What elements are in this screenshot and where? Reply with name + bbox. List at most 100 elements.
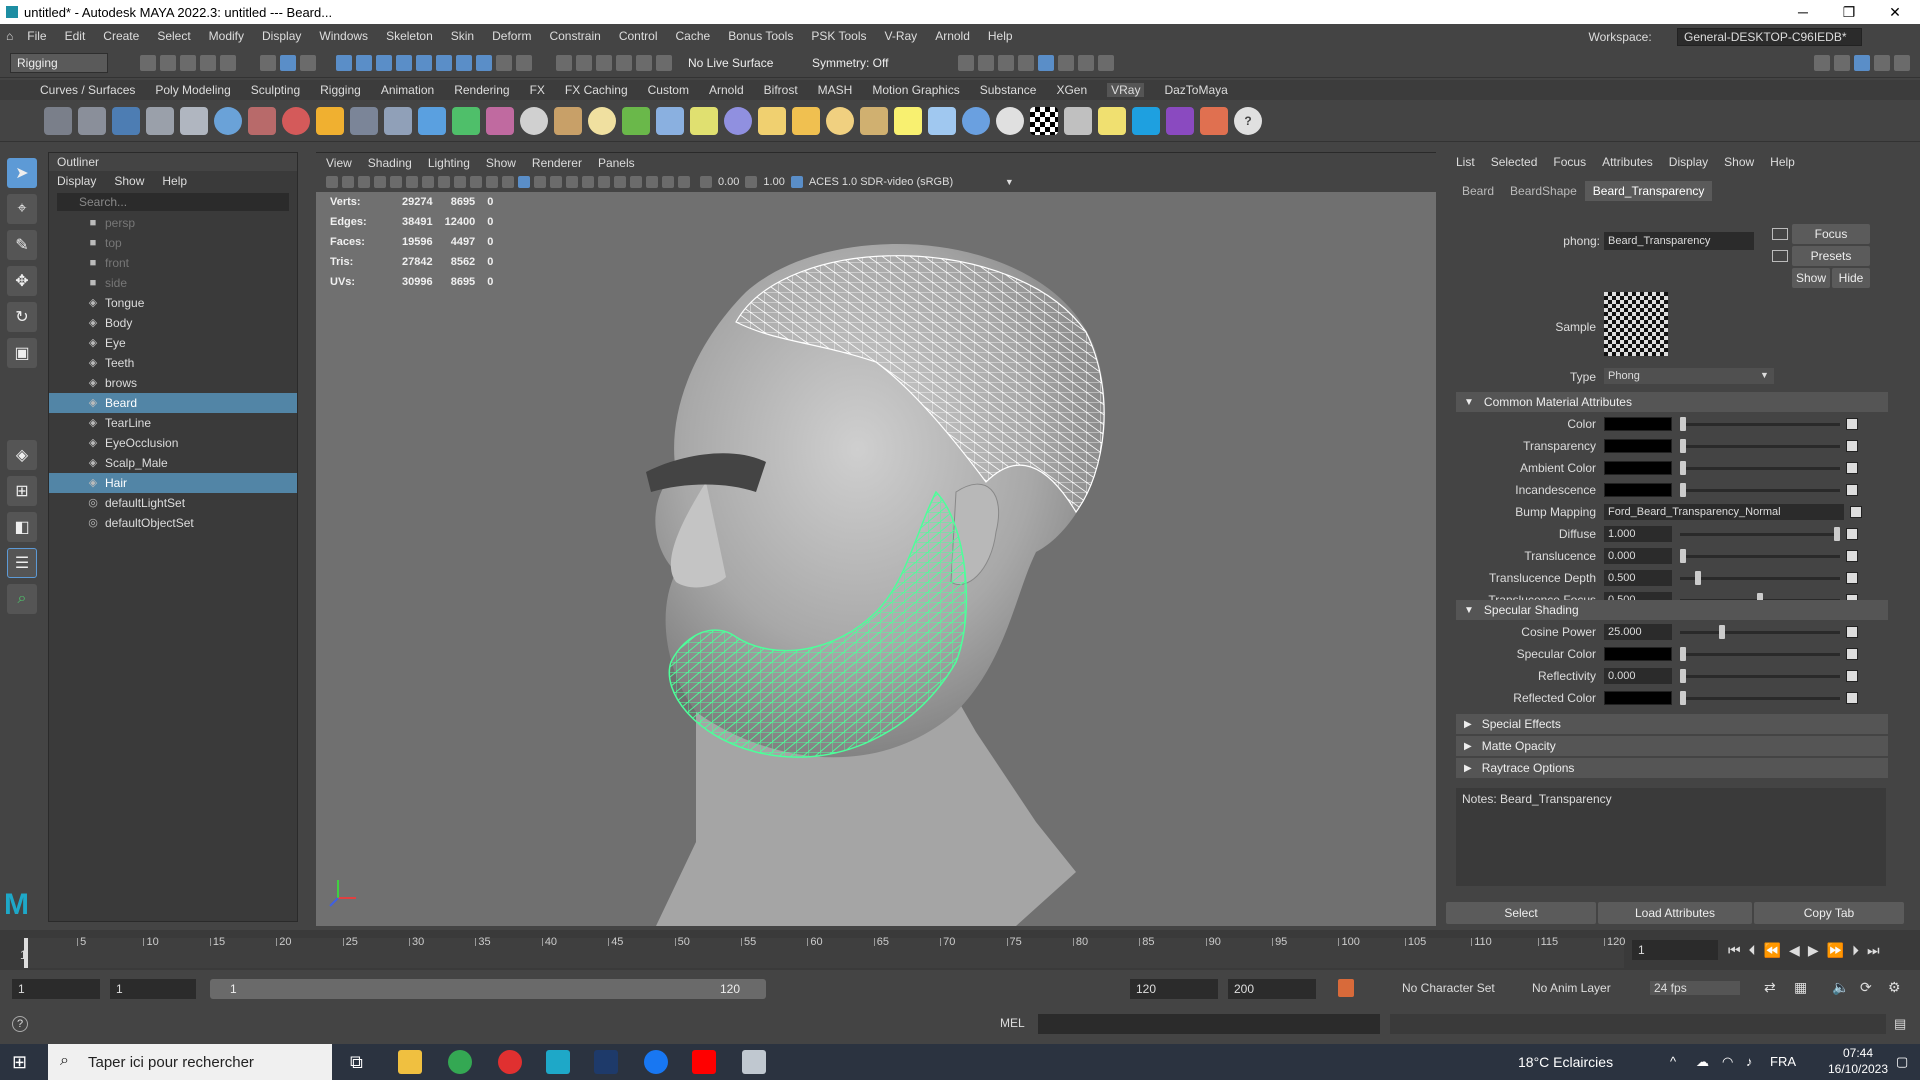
restore-button[interactable]: ❐ xyxy=(1826,0,1872,24)
pause-icon[interactable] xyxy=(1098,54,1114,71)
step-forward-key-icon[interactable]: ⏵ xyxy=(1852,942,1859,959)
menu-control[interactable]: Control xyxy=(619,29,658,43)
outliner-item-defaultobjectset[interactable]: ◎ defaultObjectSet xyxy=(49,513,297,533)
select-component-icon[interactable] xyxy=(300,54,316,71)
map-button-icon[interactable] xyxy=(1846,648,1858,660)
type-dropdown[interactable]: Phong xyxy=(1604,368,1774,384)
time-ruler[interactable]: 1510152025303540455055606570758085909510… xyxy=(20,936,1625,968)
workspace-dropdown[interactable]: General-DESKTOP-C96IEDB* xyxy=(1677,28,1862,46)
outliner-menu-help[interactable]: Help xyxy=(162,171,187,191)
attr-slider[interactable] xyxy=(1680,571,1840,585)
outliner-item-eyeocclusion[interactable]: ◈ EyeOcclusion xyxy=(49,433,297,453)
menu-set-dropdown[interactable]: Rigging xyxy=(10,52,108,73)
maya-taskbar-icon[interactable] xyxy=(546,1050,570,1074)
map-button-icon[interactable] xyxy=(1846,572,1858,584)
attr-value-field[interactable]: 25.000 xyxy=(1604,624,1672,640)
attr-slider[interactable] xyxy=(1680,669,1840,683)
section-specular-shading[interactable]: ▼ Specular Shading xyxy=(1456,600,1888,620)
workspace-selector[interactable]: Workspace: General-DESKTOP-C96IEDB* xyxy=(1589,28,1880,46)
tray-chevron-icon[interactable]: ^ xyxy=(1670,1054,1676,1069)
viewport-menu-shading[interactable]: Shading xyxy=(368,156,412,170)
menu-constrain[interactable]: Constrain xyxy=(549,29,600,43)
vray-plane-icon[interactable] xyxy=(928,106,956,135)
safe-action-icon[interactable] xyxy=(470,176,482,188)
shelf-tab[interactable]: MASH xyxy=(818,83,853,97)
attr-value-field[interactable]: 0.000 xyxy=(1604,548,1672,564)
history-icon[interactable] xyxy=(556,54,572,71)
vray-settings-icon[interactable] xyxy=(44,106,72,135)
pin-icon[interactable] xyxy=(516,54,532,71)
attr-slider[interactable] xyxy=(1680,647,1840,661)
home-icon[interactable]: ⌂ xyxy=(6,29,13,43)
magnet-icon[interactable] xyxy=(636,54,652,71)
outliner-item-defaultlightset[interactable]: ◎ defaultLightSet xyxy=(49,493,297,513)
step-back-frame-icon[interactable]: ⏪ xyxy=(1764,942,1781,959)
vray-cube-icon[interactable] xyxy=(384,106,412,135)
playback-options-icon[interactable]: ▦ xyxy=(1794,979,1807,996)
shelf-tab[interactable]: Poly Modeling xyxy=(155,83,230,97)
shelf-tab[interactable]: Curves / Surfaces xyxy=(40,83,135,97)
app-window-icon[interactable] xyxy=(742,1050,766,1074)
menu-vray[interactable]: V-Ray xyxy=(885,29,918,43)
vray-cone-icon[interactable] xyxy=(860,106,888,135)
outliner-item-top[interactable]: ■ top xyxy=(49,233,297,253)
play-backward-icon[interactable]: ◀ xyxy=(1789,942,1800,959)
gamma-icon[interactable] xyxy=(745,176,758,188)
snap-grid-icon[interactable] xyxy=(336,54,352,71)
side-by-side-icon[interactable]: ◧ xyxy=(7,512,37,542)
lasso-tool-icon[interactable]: ⌖ xyxy=(7,194,37,224)
ae-menu-focus[interactable]: Focus xyxy=(1553,155,1586,169)
presets-button[interactable]: Presets xyxy=(1792,246,1870,266)
volume-icon[interactable]: ♪ xyxy=(1746,1054,1753,1069)
input-ops-icon[interactable] xyxy=(576,54,592,71)
task-view-icon[interactable]: ⧉ xyxy=(350,1052,363,1073)
menu-skeleton[interactable]: Skeleton xyxy=(386,29,433,43)
color-swatch[interactable] xyxy=(1604,647,1672,661)
attr-slider[interactable] xyxy=(1680,549,1840,563)
clock-time[interactable]: 07:44 xyxy=(1830,1046,1886,1060)
four-view-icon[interactable]: ⊞ xyxy=(7,476,37,506)
viewport-menu-view[interactable]: View xyxy=(326,156,352,170)
colorspace-chevron-icon[interactable]: ▼ xyxy=(1005,177,1014,187)
close-button[interactable]: ✕ xyxy=(1872,0,1918,24)
outliner-item-tearline[interactable]: ◈ TearLine xyxy=(49,413,297,433)
output-ops-icon[interactable] xyxy=(596,54,612,71)
render-frame-icon[interactable] xyxy=(978,54,994,71)
image-plane-icon[interactable] xyxy=(374,176,386,188)
menu-create[interactable]: Create xyxy=(103,29,139,43)
windows-start-icon[interactable]: ⊞ xyxy=(12,1052,27,1073)
color-swatch[interactable] xyxy=(1604,461,1672,475)
go-to-end-icon[interactable]: ⏭ xyxy=(1867,942,1880,959)
section-matte-opacity[interactable]: ▶ Matte Opacity xyxy=(1456,736,1888,756)
vray-drop-icon[interactable] xyxy=(418,106,446,135)
film-gate-icon[interactable] xyxy=(406,176,418,188)
onedrive-icon[interactable]: ☁ xyxy=(1696,1054,1709,1070)
node-name-field[interactable]: Beard_Transparency xyxy=(1604,232,1754,250)
audio-icon[interactable]: 🔈 xyxy=(1832,979,1849,996)
snap-curve-icon[interactable] xyxy=(356,54,372,71)
outliner-item-eye[interactable]: ◈ Eye xyxy=(49,333,297,353)
color-management-icon[interactable] xyxy=(790,176,803,188)
go-to-start-icon[interactable]: ⏮ xyxy=(1728,942,1741,959)
map-button-icon[interactable] xyxy=(1850,506,1862,518)
shelf-tab[interactable]: DazToMaya xyxy=(1164,83,1227,97)
taskbar-search-box[interactable]: ⌕ Taper ici pour rechercher xyxy=(48,1044,332,1080)
color-swatch[interactable] xyxy=(1604,691,1672,705)
play-forward-icon[interactable]: ▶ xyxy=(1808,942,1819,959)
move-tool-icon[interactable]: ✥ xyxy=(7,266,37,296)
exposure-icon[interactable] xyxy=(700,176,712,188)
lock-icon[interactable] xyxy=(496,54,512,71)
playback-start-field[interactable]: 1 xyxy=(110,979,196,999)
time-slider[interactable]: 1510152025303540455055606570758085909510… xyxy=(0,930,1920,970)
single-view-icon[interactable]: ◈ xyxy=(7,440,37,470)
ipr-render-icon[interactable] xyxy=(998,54,1014,71)
outliner-layout-icon[interactable]: ☰ xyxy=(7,548,37,578)
vray-ies-icon[interactable] xyxy=(520,106,548,135)
gate-mask-icon[interactable] xyxy=(438,176,450,188)
vray-pyramid-icon[interactable] xyxy=(452,106,480,135)
shelf-tab-active[interactable]: VRay xyxy=(1107,83,1145,97)
field-chart-icon[interactable] xyxy=(454,176,466,188)
anim-start-field[interactable]: 1 xyxy=(12,979,100,999)
current-frame-marker[interactable] xyxy=(24,938,28,968)
menu-windows[interactable]: Windows xyxy=(319,29,368,43)
